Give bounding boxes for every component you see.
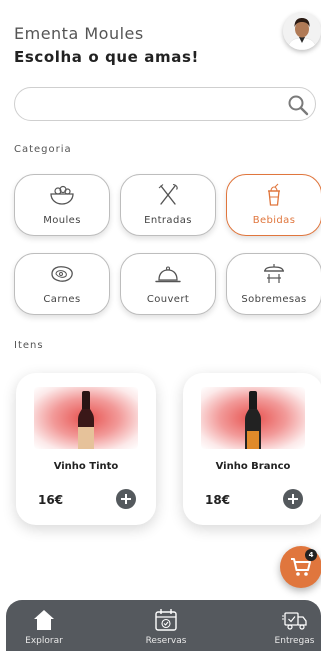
- category-label: Moules: [43, 215, 81, 226]
- categories-heading: Categoria: [14, 144, 72, 155]
- wine-bottle-icon: [245, 391, 261, 449]
- nav-item-explorar[interactable]: Explorar: [6, 600, 82, 651]
- cloche-icon: [155, 266, 181, 283]
- bottom-navigation: Explorar Reservas Entregas: [6, 600, 321, 651]
- cutlery-icon: [158, 183, 178, 205]
- nav-item-reservas[interactable]: Reservas: [128, 600, 204, 651]
- item-price: 18€: [205, 493, 231, 507]
- cart-count-badge: 4: [305, 549, 317, 561]
- category-label: Sobremesas: [241, 294, 307, 305]
- app-subtitle: Escolha o que amas!: [14, 48, 199, 66]
- category-label: Entradas: [144, 215, 192, 226]
- user-avatar-icon: [283, 12, 321, 50]
- category-carnes[interactable]: Carnes: [14, 253, 110, 315]
- nav-label: Reservas: [145, 636, 187, 646]
- add-to-cart-button[interactable]: [116, 489, 136, 509]
- cart-button[interactable]: 4: [280, 546, 321, 588]
- category-entradas[interactable]: Entradas: [120, 174, 216, 236]
- nav-label: Explorar: [25, 636, 63, 646]
- category-label: Carnes: [43, 294, 81, 305]
- search-bar[interactable]: [14, 87, 316, 121]
- nav-item-entregas[interactable]: Entregas: [268, 600, 321, 651]
- home-icon: [34, 610, 54, 630]
- bowl-icon: [50, 185, 74, 205]
- calendar-icon: [155, 609, 177, 631]
- dessert-icon: [264, 264, 284, 283]
- search-input[interactable]: [29, 94, 279, 116]
- avatar[interactable]: [283, 12, 321, 50]
- category-label: Couvert: [146, 294, 190, 305]
- item-image: [201, 387, 305, 449]
- category-bebidas[interactable]: Bebidas: [226, 174, 321, 236]
- steak-icon: [51, 266, 73, 282]
- item-card-vinho-branco[interactable]: Vinho Branco 18€: [183, 373, 321, 525]
- item-image: [34, 387, 138, 449]
- delivery-truck-icon: [281, 612, 307, 630]
- search-icon[interactable]: [287, 94, 309, 116]
- wine-bottle-icon: [78, 391, 94, 449]
- item-name: Vinho Branco: [215, 461, 291, 472]
- category-moules[interactable]: Moules: [14, 174, 110, 236]
- item-name: Vinho Tinto: [53, 461, 119, 472]
- category-label: Bebidas: [252, 215, 296, 226]
- category-sobremesas[interactable]: Sobremesas: [226, 253, 321, 315]
- nav-label: Entregas: [274, 636, 315, 646]
- items-heading: Itens: [14, 340, 44, 351]
- app-title: Ementa Moules: [14, 24, 144, 43]
- add-to-cart-button[interactable]: [283, 489, 303, 509]
- item-card-vinho-tinto[interactable]: Vinho Tinto 16€: [16, 373, 156, 525]
- item-price: 16€: [38, 493, 64, 507]
- category-couvert[interactable]: Couvert: [120, 253, 216, 315]
- drink-cup-icon: [268, 183, 280, 206]
